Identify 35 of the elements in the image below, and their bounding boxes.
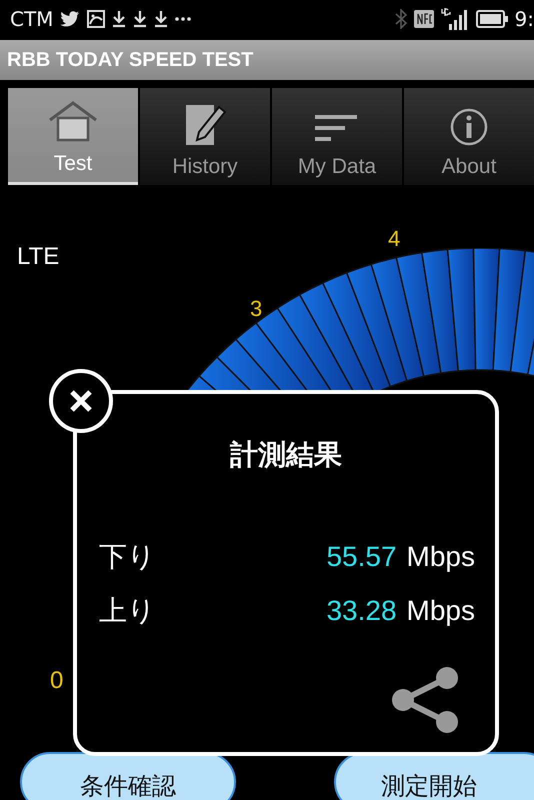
gauge-zero-label: 0 — [50, 667, 64, 695]
tab[interactable]: My Data — [272, 88, 402, 185]
bird-icon — [60, 11, 80, 27]
app-title: RBB TODAY SPEED TEST — [7, 48, 254, 72]
download-icon — [112, 10, 126, 28]
result-unit: Mbps — [406, 541, 475, 573]
result-label: 上り — [99, 594, 156, 628]
house-icon — [48, 100, 98, 144]
more-icon — [175, 16, 192, 22]
tab[interactable]: History — [140, 88, 270, 185]
result-value: 33.28 — [326, 595, 397, 627]
share-icon[interactable] — [389, 664, 461, 736]
pencil-note-icon — [183, 103, 227, 147]
image-icon — [87, 10, 106, 28]
result-value: 55.57 — [326, 541, 397, 573]
info-icon — [449, 107, 489, 147]
result-label: 下り — [99, 540, 156, 574]
nfc-icon — [414, 10, 434, 28]
gauge-tick-label: 3 — [250, 296, 262, 322]
dialog-title: 計測結果 — [228, 437, 343, 473]
result-unit: Mbps — [406, 595, 475, 627]
start-test-button[interactable]: 測定開始 — [334, 752, 534, 800]
bluetooth-icon — [394, 9, 407, 29]
download-icon — [133, 10, 148, 28]
download-icon — [154, 10, 168, 28]
tab[interactable]: About — [404, 88, 534, 185]
close-icon — [68, 388, 94, 414]
check-conditions-button[interactable]: 条件確認 — [20, 752, 236, 800]
carrier-name: CTM — [10, 7, 54, 31]
tab[interactable]: Test — [8, 88, 138, 185]
network-type: LTE — [17, 243, 60, 271]
clock-time: 9: — [514, 7, 534, 31]
signal-icon — [440, 7, 469, 31]
gauge-tick-label: 4 — [388, 226, 400, 252]
battery-icon — [476, 10, 508, 28]
